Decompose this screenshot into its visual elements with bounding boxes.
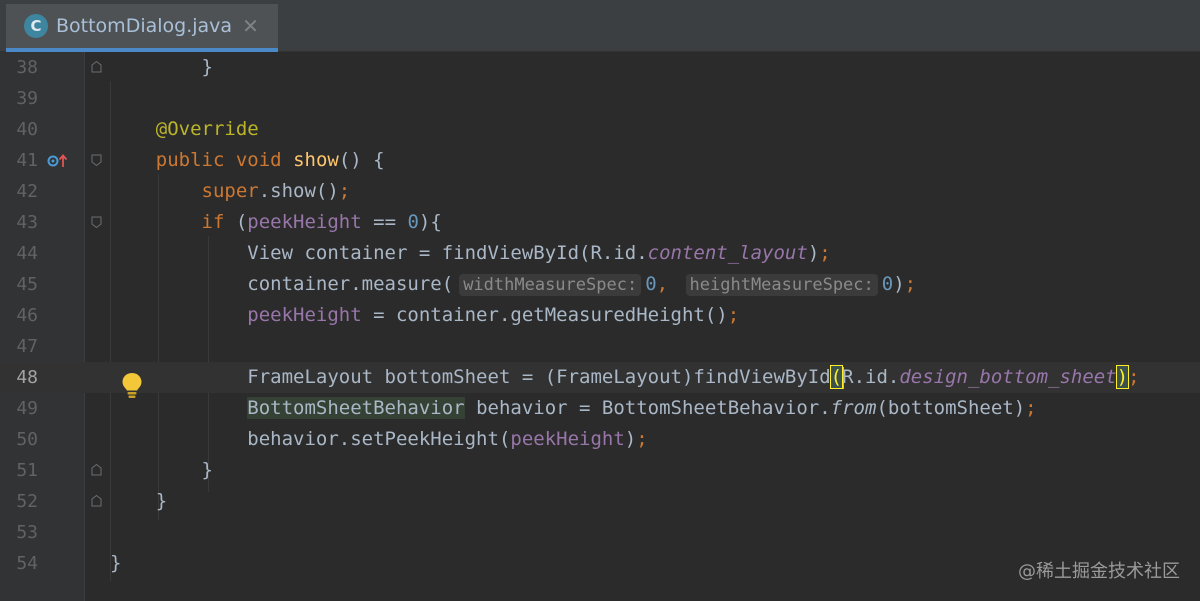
parameter-hint: heightMeasureSpec: bbox=[685, 274, 878, 296]
code-text: public void show() { bbox=[155, 149, 385, 171]
class-file-icon: C bbox=[24, 14, 48, 38]
parameter-hint: widthMeasureSpec: bbox=[459, 274, 642, 296]
code-text: super.show(); bbox=[201, 180, 351, 202]
brace-match-close: ) bbox=[1115, 365, 1130, 389]
line-number: 46 bbox=[16, 305, 38, 326]
line-number: 53 bbox=[16, 522, 38, 543]
line-number: 38 bbox=[16, 57, 38, 78]
code-text: } bbox=[155, 490, 168, 512]
code-text: } bbox=[201, 56, 213, 78]
close-tab-icon[interactable]: ✕ bbox=[242, 14, 259, 38]
code-text: behavior.setPeekHeight(peekHeight); bbox=[247, 428, 648, 450]
code-text: View container = findViewById(R.id.conte… bbox=[247, 242, 831, 264]
code-text: peekHeight = container.getMeasuredHeight… bbox=[247, 304, 740, 326]
watermark: @稀土掘金技术社区 bbox=[1018, 561, 1180, 582]
line-number: 42 bbox=[16, 181, 38, 202]
code-line-41[interactable]: 41 public void show() { bbox=[0, 145, 1200, 176]
editor-tab-bar: C BottomDialog.java ✕ bbox=[0, 0, 1200, 52]
line-number: 52 bbox=[16, 491, 38, 512]
tab-label: BottomDialog.java bbox=[56, 15, 233, 37]
code-line-53[interactable]: 53 bbox=[0, 517, 1200, 548]
line-number: 48 bbox=[16, 367, 38, 388]
fold-marker-icon[interactable] bbox=[91, 216, 102, 228]
brace-match-open: ( bbox=[829, 365, 844, 389]
line-number: 41 bbox=[16, 150, 38, 171]
code-text: } bbox=[201, 459, 213, 481]
usage-highlight: BottomSheetBehavior bbox=[247, 397, 465, 419]
code-line-40[interactable]: 40 @Override bbox=[0, 114, 1200, 145]
line-number: 50 bbox=[16, 429, 38, 450]
fold-marker-icon[interactable] bbox=[91, 154, 102, 166]
code-line-51[interactable]: 51 } bbox=[0, 455, 1200, 486]
code-line-48[interactable]: 48 FrameLayout bottomSheet = (FrameLayou… bbox=[0, 362, 1200, 398]
line-number: 47 bbox=[16, 336, 38, 357]
code-line-39[interactable]: 39 bbox=[0, 83, 1200, 114]
code-line-50[interactable]: 50 behavior.setPeekHeight(peekHeight); bbox=[0, 424, 1200, 455]
line-number: 51 bbox=[16, 460, 38, 481]
code-text: } bbox=[110, 552, 122, 574]
code-text: FrameLayout bottomSheet = (FrameLayout)f… bbox=[247, 365, 1140, 389]
fold-marker-icon[interactable] bbox=[91, 495, 102, 507]
code-editor[interactable]: 38 } 39 40 @Override 41 public void show… bbox=[0, 52, 1200, 601]
fold-marker-icon[interactable] bbox=[91, 464, 102, 476]
line-number: 45 bbox=[16, 274, 38, 295]
line-number: 40 bbox=[16, 119, 38, 140]
code-line-38[interactable]: 38 } bbox=[0, 52, 1200, 83]
line-number: 39 bbox=[16, 88, 38, 109]
tab-bottomdialog-java[interactable]: C BottomDialog.java ✕ bbox=[6, 4, 278, 52]
line-number: 43 bbox=[16, 212, 38, 233]
code-line-42[interactable]: 42 super.show(); bbox=[0, 176, 1200, 207]
code-text: container.measure(widthMeasureSpec: 0, he… bbox=[247, 273, 917, 296]
override-method-icon[interactable] bbox=[47, 153, 69, 169]
code-text: if (peekHeight == 0){ bbox=[201, 211, 442, 233]
line-number: 54 bbox=[16, 553, 38, 574]
code-line-47[interactable]: 47 bbox=[0, 331, 1200, 362]
code-text: BottomSheetBehavior behavior = BottomShe… bbox=[247, 397, 1037, 419]
line-number: 44 bbox=[16, 243, 38, 264]
code-line-43[interactable]: 43 if (peekHeight == 0){ bbox=[0, 207, 1200, 238]
code-text: @Override bbox=[155, 118, 259, 140]
code-line-44[interactable]: 44 View container = findViewById(R.id.co… bbox=[0, 238, 1200, 269]
code-line-49[interactable]: 49 BottomSheetBehavior behavior = Bottom… bbox=[0, 393, 1200, 424]
line-number: 49 bbox=[16, 398, 38, 419]
code-line-52[interactable]: 52 } bbox=[0, 486, 1200, 517]
code-line-46[interactable]: 46 peekHeight = container.getMeasuredHei… bbox=[0, 300, 1200, 331]
code-line-45[interactable]: 45 container.measure(widthMeasureSpec: 0,… bbox=[0, 269, 1200, 300]
fold-marker-icon[interactable] bbox=[91, 61, 102, 73]
